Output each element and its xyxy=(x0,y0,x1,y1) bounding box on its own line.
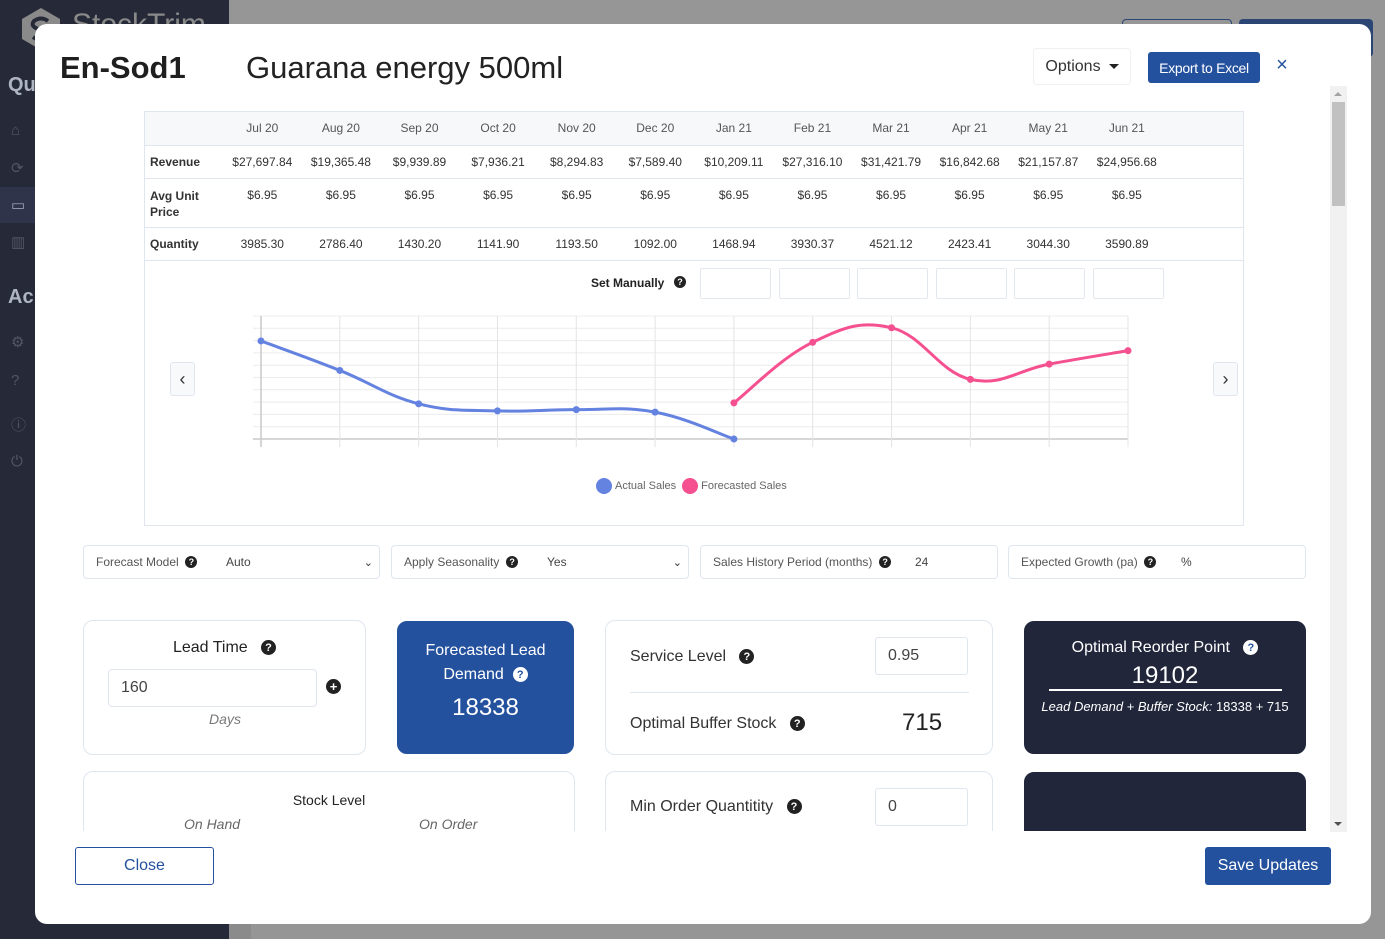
divider xyxy=(630,692,969,693)
legend-label: Actual Sales xyxy=(615,480,677,492)
expected-growth-label: Expected Growth (pa) xyxy=(1021,555,1138,569)
legend-swatch-forecast xyxy=(682,478,699,494)
reorder-point-label: Optimal Reorder Point xyxy=(1071,639,1230,656)
min-order-card: Min Order Quantitity ? 0 xyxy=(605,771,993,831)
legend-label: Forecasted Sales xyxy=(701,480,787,492)
help-icon[interactable]: ? xyxy=(261,640,277,656)
data-point-forecast xyxy=(730,399,738,407)
data-point-actual xyxy=(572,406,580,414)
help-icon[interactable]: ? xyxy=(1243,640,1259,656)
service-level-card: Service Level ? 0.95 Optimal Buffer Stoc… xyxy=(605,620,993,755)
help-icon[interactable]: ? xyxy=(789,716,805,732)
service-level-input[interactable]: 0.95 xyxy=(875,637,968,675)
forecasted-lead-demand-title: Forecasted Lead Demand ? xyxy=(398,639,573,687)
product-sku: En-Sod1 xyxy=(60,50,186,85)
seasonality-select[interactable]: Apply Seasonality ? Yes ⌄ xyxy=(391,545,689,579)
service-level-label: Service Level xyxy=(630,648,727,665)
service-level-title: Service Level ? xyxy=(630,648,755,666)
lead-time-input[interactable]: 160 xyxy=(108,669,317,707)
options-dropdown-button[interactable]: Options xyxy=(1033,48,1131,85)
buffer-stock-label: Optimal Buffer Stock xyxy=(630,715,777,732)
options-label: Options xyxy=(1045,57,1101,75)
lead-time-card: Lead Time ? 160 + Days xyxy=(83,620,366,755)
data-point-actual xyxy=(651,408,659,416)
data-point-forecast xyxy=(966,375,974,383)
reorder-point-card: Optimal Reorder Point ? 19102 Lead Deman… xyxy=(1024,621,1306,754)
reorder-point-formula: Lead Demand + Buffer Stock: 18338 + 715 xyxy=(1025,695,1305,719)
lead-time-unit: Days xyxy=(209,711,241,727)
help-icon[interactable]: ? xyxy=(786,799,802,815)
caret-down-icon xyxy=(1108,64,1119,69)
forecast-model-select[interactable]: Forecast Model ? Auto ⌄ xyxy=(83,545,380,579)
sales-history-label: Sales History Period (months) xyxy=(713,555,873,569)
stock-level-card: Stock Level On Hand On Order xyxy=(83,771,575,831)
forecasted-lead-demand-card: Forecasted Lead Demand ? 18338 xyxy=(397,621,574,754)
sales-line-chart xyxy=(253,315,1132,447)
stock-level-title: Stock Level xyxy=(292,792,366,808)
buffer-stock-value: 715 xyxy=(902,709,943,736)
forecasted-lead-demand-value: 18338 xyxy=(452,694,519,721)
reorder-point-title: Optimal Reorder Point ? xyxy=(1025,639,1305,657)
on-order-label: On Order xyxy=(419,816,478,831)
help-icon[interactable]: ? xyxy=(739,649,755,665)
lead-time-title: Lead Time ? xyxy=(84,639,365,657)
save-updates-button[interactable]: Save Updates xyxy=(1205,847,1331,885)
forecast-model-value: Auto xyxy=(226,555,251,569)
modal-body: Jul 20 Aug 20 Sep 20 Oct 20 Nov 20 Dec 20 Jan … xyxy=(35,88,1371,831)
expected-growth-field[interactable]: Expected Growth (pa) ? % xyxy=(1008,545,1306,579)
legend-item-forecast[interactable]: Forecasted Sales xyxy=(682,478,787,494)
product-name: Guarana energy 500ml xyxy=(246,50,564,85)
dark-info-card xyxy=(1024,772,1306,831)
help-icon[interactable]: ? xyxy=(506,556,519,568)
product-forecast-modal: En-Sod1 Guarana energy 500ml Options Exp… xyxy=(35,24,1371,924)
min-order-label: Min Order Quantitity xyxy=(630,798,774,815)
chart-legend: Actual Sales Forecasted Sales xyxy=(596,478,793,494)
data-point-forecast xyxy=(888,324,896,332)
seasonality-value: Yes xyxy=(547,555,567,569)
legend-item-actual[interactable]: Actual Sales xyxy=(596,478,676,494)
formula-value: 18338 + 715 xyxy=(1215,699,1289,714)
sidebar-section-label: Qu xyxy=(8,74,36,96)
close-button[interactable]: Close xyxy=(75,847,214,885)
data-point-actual xyxy=(336,366,344,374)
plus-circle-icon[interactable]: + xyxy=(326,679,341,694)
on-hand-label: On Hand xyxy=(184,816,241,831)
reorder-point-value: 19102 xyxy=(1131,662,1199,689)
monthly-data-panel: Jul 20 Aug 20 Sep 20 Oct 20 Nov 20 Dec 20 Jan … xyxy=(144,111,1244,526)
chevron-down-icon: ⌄ xyxy=(363,557,373,569)
data-point-forecast xyxy=(809,338,817,346)
help-icon[interactable]: ? xyxy=(879,556,892,568)
data-point-actual xyxy=(415,400,423,408)
close-icon[interactable]: × xyxy=(1273,54,1291,76)
help-icon[interactable]: ? xyxy=(512,667,528,683)
export-to-excel-button[interactable]: Export to Excel xyxy=(1148,52,1260,83)
data-point-actual xyxy=(257,337,265,345)
sales-history-value: 24 xyxy=(915,555,929,569)
sales-history-field[interactable]: Sales History Period (months) ? 24 xyxy=(700,545,998,579)
series-line-forecast xyxy=(732,323,1129,405)
divider xyxy=(1049,689,1282,691)
min-order-input[interactable]: 0 xyxy=(875,788,968,826)
data-point-actual xyxy=(493,407,501,415)
data-point-forecast xyxy=(1045,360,1053,368)
help-icon[interactable]: ? xyxy=(1144,556,1157,568)
legend-swatch-actual xyxy=(596,478,612,494)
seasonality-label: Apply Seasonality xyxy=(404,555,500,569)
expected-growth-unit: % xyxy=(1181,555,1192,569)
data-point-forecast xyxy=(1124,347,1132,355)
forecast-model-label: Forecast Model xyxy=(96,555,179,569)
help-icon[interactable]: ? xyxy=(185,556,198,568)
min-order-title: Min Order Quantitity ? xyxy=(630,798,802,816)
chevron-down-icon: ⌄ xyxy=(672,557,682,569)
lead-time-label: Lead Time xyxy=(172,639,248,656)
buffer-stock-title: Optimal Buffer Stock ? xyxy=(630,715,805,733)
sidebar-section-label: Ac xyxy=(8,286,34,308)
data-point-actual xyxy=(730,435,738,443)
formula-label: Lead Demand + Buffer Stock: xyxy=(1041,699,1213,714)
